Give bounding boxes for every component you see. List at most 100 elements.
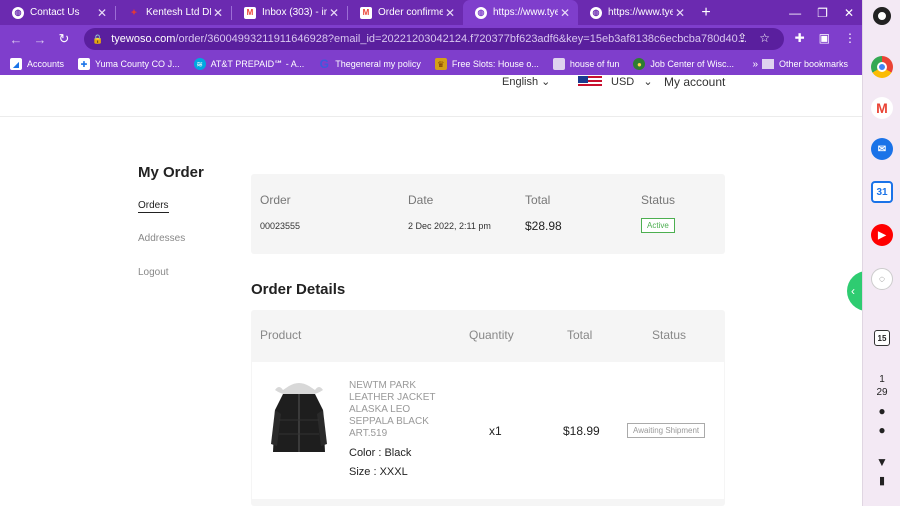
menu-icon[interactable]: ⋮: [844, 31, 856, 45]
window-controls: — ❐ ✕: [789, 0, 862, 25]
gmail-icon: M: [244, 6, 256, 19]
chevron-left-icon: ‹: [851, 284, 855, 298]
header-status: Status: [652, 328, 687, 342]
bookmark-label: Free Slots: House o...: [451, 59, 539, 69]
bookmark-free-slots[interactable]: ♛ Free Slots: House o...: [434, 58, 539, 70]
product-name[interactable]: NEWTM PARK LEATHER JACKET ALASKA LEO SEP…: [349, 380, 445, 440]
youtube-icon[interactable]: ▶: [871, 224, 893, 246]
header-total: Total: [525, 193, 551, 207]
close-tab-icon[interactable]: ✕: [327, 6, 341, 20]
chrome-icon[interactable]: [871, 56, 893, 78]
header-total: Total: [567, 328, 593, 342]
product-total: $18.99: [563, 424, 600, 438]
side-drawer-toggle[interactable]: ‹: [847, 271, 862, 311]
jobcenter-icon: ●: [633, 58, 646, 70]
tab-inbox[interactable]: M Inbox (303) - iro ✕: [232, 0, 347, 25]
close-tab-icon[interactable]: ✕: [558, 6, 572, 20]
bookmark-yuma[interactable]: ✚ Yuma County CO J...: [78, 58, 180, 70]
minimize-icon[interactable]: —: [789, 6, 801, 20]
globe-icon: ◍: [590, 6, 602, 19]
notification-icon[interactable]: ●: [863, 404, 900, 418]
bookmark-att[interactable]: ≋ AT&T PREPAID℠ - A...: [193, 58, 305, 70]
tab-title: Kentesh Ltd DBA: [146, 7, 211, 18]
sidebar-item-addresses[interactable]: Addresses: [138, 233, 185, 244]
tab-order-confirmed[interactable]: M Order confirmed ✕: [348, 0, 463, 25]
other-bookmarks[interactable]: Other bookmarks: [761, 59, 848, 69]
bookmark-label: AT&T PREPAID℠ - A...: [210, 58, 305, 69]
tab-contact-us[interactable]: ◍ Contact Us ✕: [0, 0, 115, 25]
chrome-center: [877, 62, 887, 72]
sidebar-item-orders[interactable]: Orders: [138, 200, 169, 213]
url-host: tyewoso.com: [111, 33, 176, 45]
back-icon[interactable]: ←: [4, 32, 28, 47]
table-row: NEWTM PARK LEATHER JACKET ALASKA LEO SEP…: [252, 362, 724, 499]
currency-selector[interactable]: USD ⌄: [611, 75, 653, 88]
calendar-day-icon[interactable]: 15: [874, 330, 890, 346]
order-details-panel: Product Quantity Total Status NEWTM PARK…: [251, 310, 725, 506]
close-tab-icon[interactable]: ✕: [673, 6, 687, 20]
wifi-icon[interactable]: ▼: [863, 455, 900, 469]
battery-icon[interactable]: ▮: [863, 474, 900, 487]
bookmark-label: Thegeneral my policy: [335, 59, 421, 69]
cross-icon: ✚: [78, 58, 91, 70]
close-tab-icon[interactable]: ✕: [443, 6, 457, 20]
tab-strip: ◍ Contact Us ✕ ✦ Kentesh Ltd DBA ✕ M Inb…: [0, 0, 862, 25]
product-image[interactable]: [269, 380, 329, 456]
close-window-icon[interactable]: ✕: [844, 6, 854, 20]
bookmarks-bar: ◢ Accounts ✚ Yuma County CO J... ≋ AT&T …: [0, 53, 862, 75]
close-tab-icon[interactable]: ✕: [95, 6, 109, 20]
tab-title: https://www.tye: [493, 7, 558, 18]
reload-icon[interactable]: ↻: [52, 31, 76, 47]
folder-icon: [761, 59, 774, 69]
language-selector[interactable]: English ⌄: [502, 75, 550, 88]
globe-icon: ◍: [12, 6, 24, 19]
order-total: $28.98: [525, 219, 562, 233]
messages-icon[interactable]: ✉: [871, 138, 893, 160]
tab-kentesh[interactable]: ✦ Kentesh Ltd DBA ✕: [116, 0, 231, 25]
forward-icon[interactable]: →: [28, 32, 52, 47]
sidebar-item-logout[interactable]: Logout: [138, 267, 169, 278]
share-icon[interactable]: ⇪: [737, 31, 747, 45]
bookmark-job-center[interactable]: ● Job Center of Wisc...: [633, 58, 734, 70]
my-account-link[interactable]: My account: [664, 75, 725, 89]
currency-label: USD: [611, 76, 635, 88]
us-flag-icon: [578, 76, 602, 88]
globe-icon: ◍: [475, 6, 487, 19]
bookmark-thegeneral[interactable]: G Thegeneral my policy: [318, 57, 421, 71]
bookmark-label: Accounts: [27, 59, 65, 69]
new-tab-button[interactable]: +: [693, 0, 719, 25]
gmail-icon[interactable]: M: [871, 97, 893, 119]
extensions-icon[interactable]: ✚: [795, 31, 805, 45]
calendar-icon[interactable]: 31: [871, 181, 893, 203]
bookmark-star-icon[interactable]: ☆: [759, 31, 770, 45]
bookmark-accounts[interactable]: ◢ Accounts: [10, 58, 64, 70]
launcher-icon[interactable]: [873, 7, 891, 25]
app-icon[interactable]: ◌: [871, 268, 893, 290]
address-bar[interactable]: 🔒 tyewoso.com/order/36004993211911646928…: [84, 28, 784, 50]
tab-tyewoso-2[interactable]: ◍ https://www.tye ✕: [578, 0, 693, 25]
bookmark-house-of-fun[interactable]: house of fun: [552, 58, 619, 70]
tab-title: Order confirmed: [378, 7, 443, 18]
web-page: English ⌄ USD ⌄ My account My Order Orde…: [0, 75, 862, 506]
side-panel-icon[interactable]: ▣: [819, 31, 830, 45]
close-tab-icon[interactable]: ✕: [211, 6, 225, 20]
system-shelf: M ✉ 31 ▶ ◌ 15 1 29 ● ● ▼ ▮: [862, 0, 900, 506]
tab-tyewoso-active[interactable]: ◍ https://www.tye ✕: [463, 0, 578, 25]
site-header: English ⌄ USD ⌄ My account: [0, 75, 862, 117]
order-date: 2 Dec 2022, 2:11 pm: [408, 221, 491, 231]
tab-title: Contact Us: [30, 7, 80, 18]
product-quantity: x1: [489, 424, 502, 438]
tab-title: https://www.tye: [608, 7, 673, 18]
omnibox-actions: ⇪ ☆: [737, 31, 770, 45]
att-icon: ≋: [193, 58, 206, 70]
restore-icon[interactable]: ❐: [817, 6, 828, 20]
site-icon: ✦: [130, 8, 138, 17]
notification-count-icon[interactable]: ●: [863, 423, 900, 437]
more-bookmarks-button[interactable]: »: [752, 59, 758, 70]
chevron-down-icon: ⌄: [538, 76, 551, 88]
status-badge: Awaiting Shipment: [627, 423, 706, 438]
order-number[interactable]: 00023555: [260, 221, 300, 231]
lock-icon: 🔒: [92, 33, 104, 44]
order-summary-panel: Order Date Total Status 00023555 2 Dec 2…: [251, 174, 725, 254]
toolbar-actions: ✚ ▣ ⋮: [795, 31, 856, 45]
